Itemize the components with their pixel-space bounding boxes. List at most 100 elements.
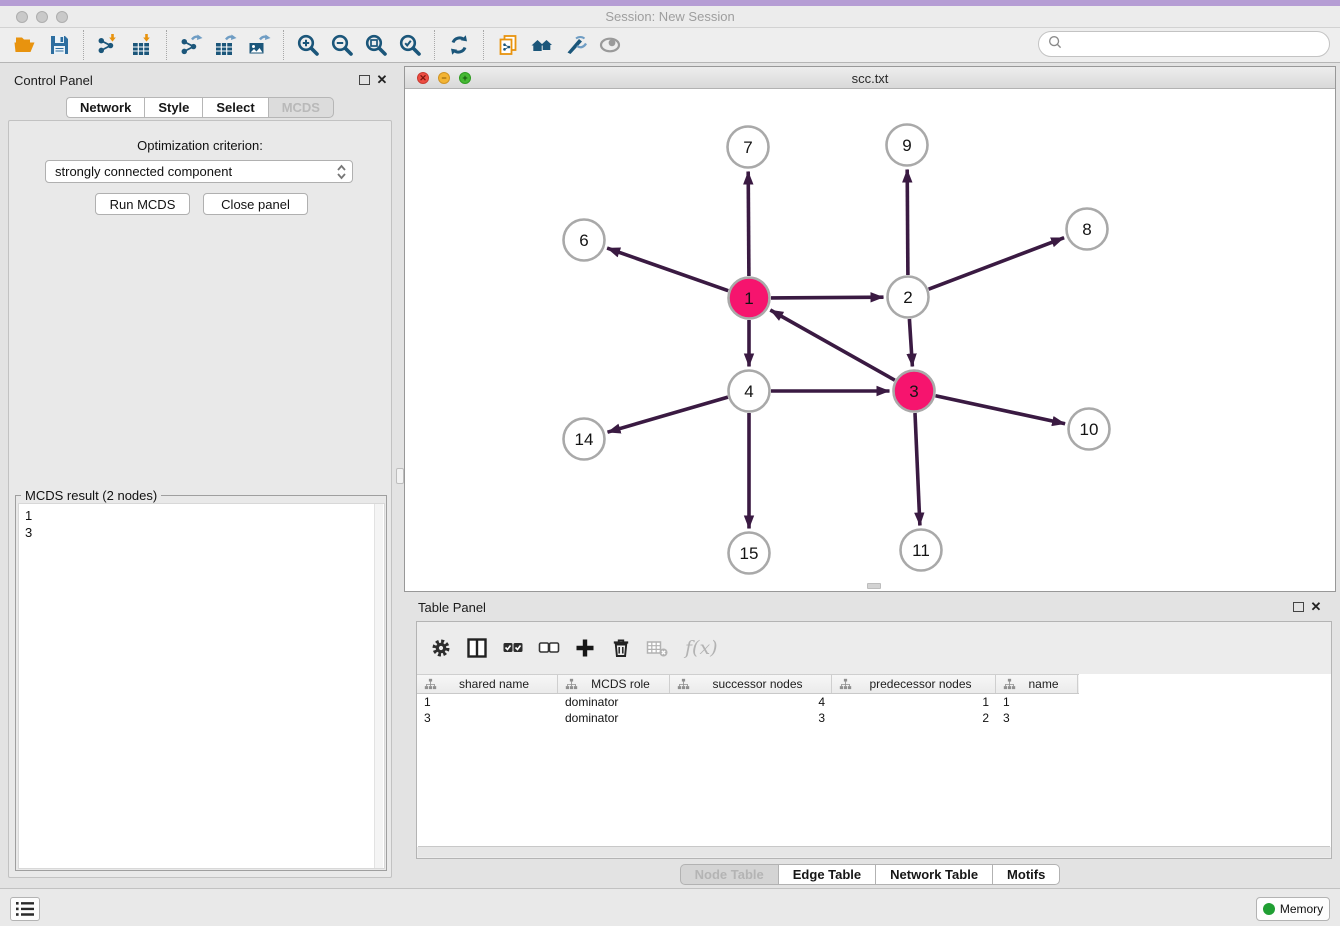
edge-3-10[interactable]	[936, 396, 1066, 424]
graph-node-14[interactable]: 14	[564, 419, 605, 460]
export-network-icon[interactable]	[174, 30, 208, 60]
export-table-icon[interactable]	[208, 30, 242, 60]
tab-network[interactable]: Network	[66, 97, 144, 118]
tab-mcds[interactable]: MCDS	[268, 97, 334, 118]
tab-edge-table[interactable]: Edge Table	[778, 864, 875, 885]
table-cell[interactable]: 2	[832, 710, 996, 726]
table-body: 1dominator4113dominator323	[417, 694, 1331, 726]
column-header-shared-name[interactable]: shared name	[417, 675, 558, 693]
search-box[interactable]	[1038, 31, 1330, 57]
select-all-icon[interactable]	[497, 632, 529, 664]
gear-icon[interactable]	[425, 632, 457, 664]
close-table-panel-icon[interactable]: ✕	[1308, 599, 1324, 615]
search-input[interactable]	[1063, 34, 1329, 54]
add-row-icon[interactable]	[569, 632, 601, 664]
table-row[interactable]: 1dominator411	[417, 694, 1331, 710]
splitter-handle[interactable]	[396, 468, 404, 484]
graph-node-4[interactable]: 4	[729, 371, 770, 412]
column-header-name[interactable]: name	[996, 675, 1078, 693]
float-table-panel-icon[interactable]	[1293, 599, 1304, 617]
control-panel-tabs: NetworkStyleSelectMCDS	[0, 97, 400, 118]
edge-1-2[interactable]	[771, 297, 884, 298]
network-window-titlebar: ✕ − + scc.txt	[405, 67, 1335, 89]
zoom-selected-icon[interactable]	[393, 30, 427, 60]
mcds-result-textarea[interactable]: 1 3	[18, 503, 385, 869]
graph-node-10[interactable]: 10	[1069, 409, 1110, 450]
result-scrollbar[interactable]	[374, 504, 383, 868]
column-header-MCDS-role[interactable]: MCDS role	[558, 675, 670, 693]
graph-node-3[interactable]: 3	[894, 371, 935, 412]
copy-network-icon[interactable]	[491, 30, 525, 60]
graph-node-6[interactable]: 6	[564, 220, 605, 261]
edge-2-3[interactable]	[909, 319, 912, 367]
edge-4-14[interactable]	[608, 397, 728, 432]
edge-3-11[interactable]	[915, 413, 920, 526]
graph-node-11[interactable]: 11	[901, 530, 942, 571]
table-cell[interactable]: dominator	[558, 694, 670, 710]
graph-node-1[interactable]: 1	[729, 278, 770, 319]
close-panel-icon[interactable]: ✕	[374, 72, 390, 88]
close-panel-button[interactable]: Close panel	[203, 193, 308, 215]
tab-node-table[interactable]: Node Table	[680, 864, 778, 885]
table-row[interactable]: 3dominator323	[417, 710, 1331, 726]
window-titlebar: Session: New Session	[0, 6, 1340, 28]
task-history-button[interactable]	[10, 897, 40, 921]
eye-disabled-icon	[593, 30, 627, 60]
edge-3-1[interactable]	[770, 310, 895, 380]
tab-select[interactable]: Select	[202, 97, 267, 118]
tab-style[interactable]: Style	[144, 97, 202, 118]
graph-node-2[interactable]: 2	[888, 277, 929, 318]
table-toolbar: f(x)	[425, 630, 718, 666]
graph-node-8[interactable]: 8	[1067, 209, 1108, 250]
apply-style-icon[interactable]	[559, 30, 593, 60]
first-neighbors-icon[interactable]	[525, 30, 559, 60]
column-header-predecessor-nodes[interactable]: predecessor nodes	[832, 675, 996, 693]
export-image-icon[interactable]	[242, 30, 276, 60]
import-table-icon[interactable]	[125, 30, 159, 60]
delete-row-icon[interactable]	[605, 632, 637, 664]
network-window-title: scc.txt	[405, 71, 1335, 86]
table-cell[interactable]: 3	[670, 710, 832, 726]
float-panel-icon[interactable]	[359, 72, 370, 90]
table-cell[interactable]: dominator	[558, 710, 670, 726]
table-cell[interactable]: 1	[832, 694, 996, 710]
control-panel: Control Panel ✕ NetworkStyleSelectMCDS O…	[0, 66, 400, 884]
canvas-splitter-handle[interactable]	[867, 583, 881, 589]
import-network-icon[interactable]	[91, 30, 125, 60]
table-cell[interactable]: 1	[417, 694, 558, 710]
table-cell[interactable]: 3	[996, 710, 1078, 726]
zoom-fit-icon[interactable]	[359, 30, 393, 60]
table-cell[interactable]: 4	[670, 694, 832, 710]
column-header-successor-nodes[interactable]: successor nodes	[670, 675, 832, 693]
columns-icon[interactable]	[461, 632, 493, 664]
graph-node-9[interactable]: 9	[887, 125, 928, 166]
graph-node-7[interactable]: 7	[728, 127, 769, 168]
mcds-panel-body: Optimization criterion: strongly connect…	[8, 120, 392, 878]
memory-button[interactable]: Memory	[1256, 897, 1330, 921]
edge-1-6[interactable]	[607, 248, 728, 291]
tree-icon	[424, 678, 437, 691]
status-bar: Memory	[0, 888, 1340, 926]
zoom-in-icon[interactable]	[291, 30, 325, 60]
save-icon[interactable]	[42, 30, 76, 60]
run-mcds-button[interactable]: Run MCDS	[95, 193, 190, 215]
tab-motifs[interactable]: Motifs	[992, 864, 1060, 885]
tree-icon	[1003, 678, 1016, 691]
table-horizontal-scrollbar[interactable]	[418, 846, 1330, 857]
network-canvas[interactable]: 1 2 3 4 6 7 8 9 10 11 14 15	[405, 89, 1335, 591]
deselect-all-icon[interactable]	[533, 632, 565, 664]
graph-node-15[interactable]: 15	[729, 533, 770, 574]
tab-network-table[interactable]: Network Table	[875, 864, 992, 885]
edge-1-7[interactable]	[748, 172, 749, 277]
control-panel-title: Control Panel	[14, 73, 93, 88]
edge-2-9[interactable]	[907, 170, 908, 276]
node-table: shared nameMCDS rolesuccessor nodesprede…	[417, 674, 1331, 847]
edge-2-8[interactable]	[929, 238, 1065, 290]
svg-text:10: 10	[1080, 420, 1099, 439]
criterion-dropdown[interactable]: strongly connected component	[45, 160, 353, 183]
zoom-out-icon[interactable]	[325, 30, 359, 60]
refresh-layout-icon[interactable]	[442, 30, 476, 60]
table-cell[interactable]: 3	[417, 710, 558, 726]
open-folder-icon[interactable]	[8, 30, 42, 60]
table-cell[interactable]: 1	[996, 694, 1078, 710]
